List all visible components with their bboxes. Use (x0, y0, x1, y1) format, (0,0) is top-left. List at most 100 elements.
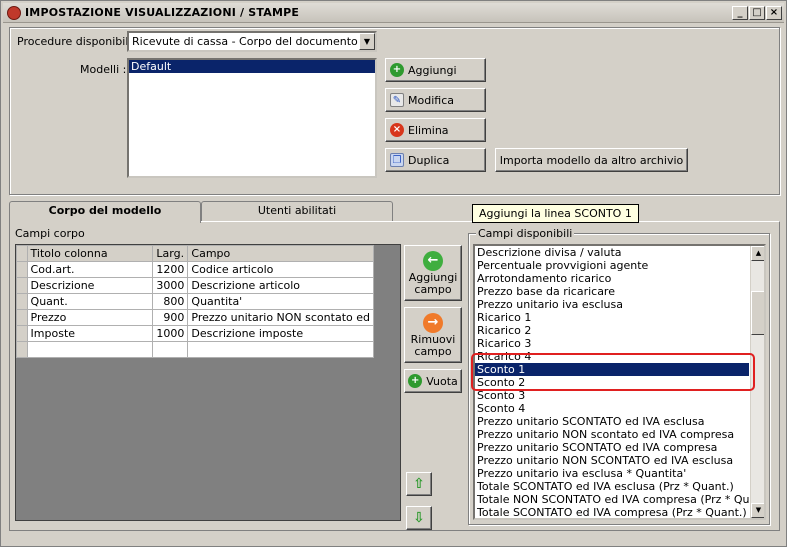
table-cell[interactable]: Quant. (26, 293, 154, 310)
move-down-button[interactable]: ⇩ (406, 506, 432, 530)
table-cell[interactable]: Cod.art. (26, 261, 154, 278)
title-bar: IMPOSTAZIONE VISUALIZZAZIONI / STAMPE _ … (3, 3, 784, 23)
list-item[interactable]: Prezzo unitario iva esclusa * Quantita' (475, 467, 749, 480)
minimize-button[interactable]: _ (732, 6, 748, 20)
column-header[interactable]: Larg. (152, 245, 189, 262)
remove-field-label: Rimuovi campo (410, 332, 456, 358)
table-row[interactable]: Prezzo 900 Prezzo unitario NON scontato … (16, 309, 374, 326)
table-cell[interactable]: 800 (152, 293, 189, 310)
plus-icon: + (408, 374, 423, 388)
import-model-button[interactable]: Importa modello da altro archivio (495, 148, 688, 172)
duplicate-model-label: Duplica (408, 153, 450, 167)
list-item[interactable]: Ricarico 2 (475, 324, 749, 337)
table-cell[interactable]: Imposte (26, 325, 154, 342)
list-item[interactable]: Arrotondamento ricarico (475, 272, 749, 285)
table-row[interactable]: Quant. 800 Quantita' (16, 293, 374, 310)
table-cell[interactable] (187, 341, 374, 358)
table-cell[interactable]: 900 (152, 309, 189, 326)
duplicate-model-button[interactable]: ❐ Duplica (385, 148, 486, 172)
edit-model-button[interactable]: ✎ Modifica (385, 88, 486, 112)
tab-utenti-label: Utenti abilitati (257, 204, 337, 217)
window-title: IMPOSTAZIONE VISUALIZZAZIONI / STAMPE (25, 6, 300, 19)
arrow-right-icon: → (423, 312, 443, 333)
table-row[interactable]: Descrizione 3000 Descrizione articolo (16, 277, 374, 294)
row-header (16, 309, 28, 326)
row-header (16, 261, 28, 278)
table-cell[interactable] (152, 341, 189, 358)
add-field-label: Aggiungi campo (408, 270, 458, 296)
plus-icon: + (390, 63, 404, 77)
list-item[interactable]: Sconto 4 (475, 402, 749, 415)
list-item[interactable]: Totale NON SCONTATO ed IVA compresa (Prz… (475, 493, 764, 506)
list-item[interactable]: Ricarico 3 (475, 337, 749, 350)
list-item[interactable]: Prezzo unitario iva esclusa (475, 298, 749, 311)
tab-utenti-abilitati[interactable]: Utenti abilitati (201, 201, 393, 221)
main-window: IMPOSTAZIONE VISUALIZZAZIONI / STAMPE _ … (0, 0, 787, 547)
table-cell[interactable]: Prezzo (26, 309, 154, 326)
tab-corpo-label: Corpo del modello (48, 204, 162, 217)
list-item[interactable]: Totale SCONTATO ed IVA compresa (Prz * Q… (475, 506, 749, 518)
move-up-button[interactable]: ⇧ (406, 472, 432, 496)
list-item[interactable]: Totale SCONTATO ed IVA esclusa (Prz * Qu… (475, 480, 749, 493)
column-header[interactable]: Campo (187, 245, 374, 262)
tab-corpo-modello[interactable]: Corpo del modello (9, 201, 201, 223)
list-item[interactable]: Prezzo unitario NON scontato ed IVA comp… (475, 428, 749, 441)
table-cell[interactable]: Codice articolo (187, 261, 374, 278)
available-fields-label: Campi disponibili (476, 227, 575, 240)
row-header (16, 341, 28, 358)
scroll-down-icon[interactable]: ▼ (751, 503, 764, 518)
table-cell[interactable]: Descrizione articolo (187, 277, 374, 294)
table-cell[interactable]: 1000 (152, 325, 189, 342)
list-item[interactable]: Percentuale provvigioni agente (475, 259, 749, 272)
procedure-select-value: Ricevute di cassa - Corpo del documento (132, 35, 358, 48)
list-item[interactable]: Ricarico 1 (475, 311, 749, 324)
modelli-list[interactable]: Default (127, 58, 377, 178)
scroll-up-icon[interactable]: ▲ (751, 246, 764, 261)
row-header (16, 293, 28, 310)
row-header-corner (16, 245, 28, 262)
delete-model-button[interactable]: × Elimina (385, 118, 486, 142)
edit-icon: ✎ (390, 93, 404, 107)
maximize-button[interactable]: □ (749, 6, 765, 20)
import-model-label: Importa modello da altro archivio (499, 153, 684, 167)
campi-corpo-label: Campi corpo (15, 227, 85, 240)
empty-button[interactable]: + Vuota (404, 369, 462, 393)
delete-icon: × (390, 123, 404, 137)
add-model-button[interactable]: + Aggiungi (385, 58, 486, 82)
list-item[interactable]: Prezzo unitario SCONTATO ed IVA compresa (475, 441, 749, 454)
table-cell[interactable] (26, 341, 154, 358)
close-button[interactable]: × (766, 6, 782, 20)
empty-label: Vuota (426, 374, 458, 388)
list-item[interactable]: Default (129, 60, 375, 73)
table-row[interactable]: Imposte 1000 Descrizione imposte (16, 325, 374, 342)
list-item[interactable]: Descrizione divisa / valuta (475, 246, 749, 259)
table-row[interactable]: Cod.art. 1200 Codice articolo (16, 261, 374, 278)
procedure-select[interactable]: Ricevute di cassa - Corpo del documento … (127, 31, 377, 52)
highlight-box (471, 353, 755, 391)
fields-grid[interactable]: Titolo colonna Larg. Campo Cod.art. 1200… (15, 244, 401, 521)
table-cell[interactable]: Descrizione imposte (187, 325, 374, 342)
table-cell[interactable]: Quantita' (187, 293, 374, 310)
list-item[interactable]: Prezzo base da ricaricare (475, 285, 749, 298)
column-header[interactable]: Titolo colonna (26, 245, 154, 262)
duplicate-icon: ❐ (390, 153, 404, 167)
list-item[interactable]: Prezzo unitario NON SCONTATO ed IVA escl… (475, 454, 749, 467)
list-item[interactable]: Prezzo unitario SCONTATO ed IVA esclusa (475, 415, 749, 428)
remove-field-button[interactable]: → Rimuovi campo (404, 307, 462, 363)
table-row[interactable] (16, 341, 374, 358)
add-model-label: Aggiungi (408, 63, 457, 77)
table-cell[interactable]: 3000 (152, 277, 189, 294)
table-cell[interactable]: 1200 (152, 261, 189, 278)
arrow-left-icon: ← (423, 250, 443, 271)
table-cell[interactable]: Prezzo unitario NON scontato ed (187, 309, 374, 326)
add-field-button[interactable]: ← Aggiungi campo (404, 245, 462, 301)
delete-model-label: Elimina (408, 123, 449, 137)
procedure-label: Procedure disponibili : (17, 35, 139, 48)
edit-model-label: Modifica (408, 93, 454, 107)
table-header: Titolo colonna Larg. Campo (16, 245, 374, 262)
chevron-down-icon[interactable]: ▼ (359, 33, 375, 50)
scroll-thumb[interactable] (751, 291, 764, 335)
modelli-label: Modelli : (80, 63, 127, 76)
tooltip: Aggiungi la linea SCONTO 1 (472, 204, 639, 223)
table-cell[interactable]: Descrizione (26, 277, 154, 294)
